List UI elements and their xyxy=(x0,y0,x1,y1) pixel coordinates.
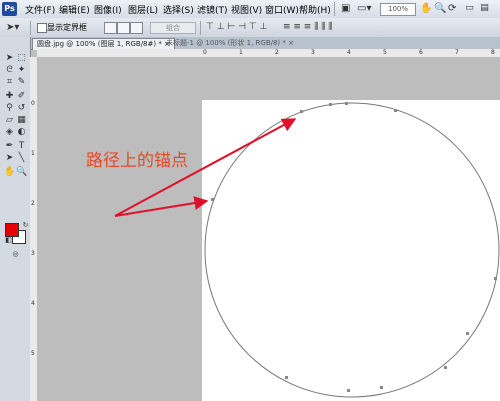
options-separator xyxy=(200,21,201,35)
rotate-view-icon[interactable]: ⟳ xyxy=(448,3,456,14)
photoshop-logo: Ps xyxy=(2,2,17,16)
zoom-icon[interactable]: 🔍 xyxy=(434,3,446,14)
menu-edit[interactable]: 编辑(E) xyxy=(59,3,90,16)
ruler-tick-label: 6 xyxy=(419,49,423,56)
menu-filter[interactable]: 滤镜(T) xyxy=(197,3,228,16)
ruler-tick-label: 0 xyxy=(203,49,207,56)
menu-separator xyxy=(334,2,335,16)
foreground-color-swatch[interactable] xyxy=(5,223,19,237)
distribute-icons[interactable]: ≡ ≡ ≡ ⫼ ⫼ ⫼ xyxy=(283,22,332,32)
ruler-tick-label: 4 xyxy=(31,300,35,307)
combine-button[interactable]: 组合 xyxy=(150,22,196,34)
quick-mask-icon[interactable]: ◎ xyxy=(10,249,21,260)
menu-select[interactable]: 选择(S) xyxy=(163,3,194,16)
options-bar: ➤▾ 显示定界框 组合 ⊤ ⊥ ⊢ ⊣ ⊤ ⊥ ≡ ≡ ≡ ⫼ ⫼ ⫼ xyxy=(0,18,500,38)
history-brush-icon[interactable]: ↺ xyxy=(16,103,27,114)
ruler-tick-label: 3 xyxy=(311,49,315,56)
show-bounding-box-checkbox[interactable] xyxy=(37,23,47,33)
menu-view[interactable]: 视图(V) xyxy=(231,3,262,16)
move-tool-icon[interactable]: ➤▾ xyxy=(6,22,19,33)
menu-help[interactable]: 帮助(H) xyxy=(299,3,331,16)
arrange-icon[interactable]: ▤ xyxy=(478,2,491,15)
minimize-icon[interactable]: ▭ xyxy=(463,2,476,15)
menu-window[interactable]: 窗口(W) xyxy=(265,3,299,16)
lasso-tool-icon[interactable]: ᘓ xyxy=(4,65,15,76)
show-bounding-box-label: 显示定界框 xyxy=(47,23,87,32)
options-separator xyxy=(30,21,31,35)
ruler-tick-label: 2 xyxy=(275,49,279,56)
brush-tool-icon[interactable]: ✐ xyxy=(16,91,27,102)
hand-icon[interactable]: ✋ xyxy=(420,3,432,14)
path-selection-icon[interactable]: ➤ xyxy=(4,153,15,164)
menu-file[interactable]: 文件(F) xyxy=(25,3,55,16)
line-tool-icon[interactable]: ╲ xyxy=(16,153,27,164)
menu-layer[interactable]: 图层(L) xyxy=(128,3,158,16)
ruler-tick-label: 2 xyxy=(31,200,35,207)
dodge-tool-icon[interactable]: ◐ xyxy=(16,127,27,138)
document-canvas[interactable] xyxy=(202,100,500,401)
ruler-tick-label: 5 xyxy=(31,350,35,357)
ruler-tick-label: 1 xyxy=(239,49,243,56)
pen-tool-icon[interactable]: ✒ xyxy=(4,141,15,152)
path-op-subtract-icon[interactable] xyxy=(117,22,130,34)
path-op-intersect-icon[interactable] xyxy=(130,22,143,34)
move-tool-icon[interactable]: ➤ xyxy=(4,53,15,64)
clone-stamp-icon[interactable]: ⚲ xyxy=(4,103,15,114)
toolbox: ➤ ⬚ ᘓ ✦ ⌗ ✎ ✚ ✐ ⚲ ↺ ▱ ▦ ◈ ◐ ✒ T ➤ ╲ ✋ 🔍 … xyxy=(0,37,31,401)
ruler-tick-label: 1 xyxy=(31,150,35,157)
type-tool-icon[interactable]: T xyxy=(16,141,27,152)
hand-tool-icon[interactable]: ✋ xyxy=(4,167,15,178)
bridge-icon[interactable]: ▣ xyxy=(341,3,350,14)
path-op-add-icon[interactable] xyxy=(104,22,117,34)
ruler-tick-label: 4 xyxy=(347,49,351,56)
ruler-tick-label: 5 xyxy=(383,49,387,56)
magic-wand-icon[interactable]: ✦ xyxy=(16,65,27,76)
align-icons[interactable]: ⊤ ⊥ ⊢ ⊣ ⊤ ⊥ xyxy=(206,22,267,32)
crop-tool-icon[interactable]: ⌗ xyxy=(4,77,15,88)
close-icon[interactable]: × xyxy=(288,39,294,47)
gradient-tool-icon[interactable]: ▦ xyxy=(16,115,27,126)
ruler-tick-label: 8 xyxy=(491,49,495,56)
zoom-tool-icon[interactable]: 🔍 xyxy=(16,167,27,178)
zoom-level-field[interactable]: 100% xyxy=(380,3,416,16)
menu-image[interactable]: 图像(I) xyxy=(94,3,122,16)
eyedropper-icon[interactable]: ✎ xyxy=(16,77,27,88)
menu-bar: Ps 文件(F) 编辑(E) 图像(I) 图层(L) 选择(S) 滤镜(T) 视… xyxy=(0,0,500,19)
annotation-label: 路径上的锚点 xyxy=(86,151,188,171)
ruler-tick-label: 3 xyxy=(31,250,35,257)
screen-mode-icon[interactable]: ▭▾ xyxy=(357,3,371,14)
healing-brush-icon[interactable]: ✚ xyxy=(4,91,15,102)
ruler-tick-label: 0 xyxy=(31,100,35,107)
eraser-tool-icon[interactable]: ▱ xyxy=(4,115,15,126)
blur-tool-icon[interactable]: ◈ xyxy=(4,127,15,138)
ruler-tick-label: 7 xyxy=(455,49,459,56)
tab-document-untitled[interactable]: 未标题-1 @ 100% (形状 1, RGB/8) * × xyxy=(162,38,298,49)
marquee-tool-icon[interactable]: ⬚ xyxy=(16,53,27,64)
